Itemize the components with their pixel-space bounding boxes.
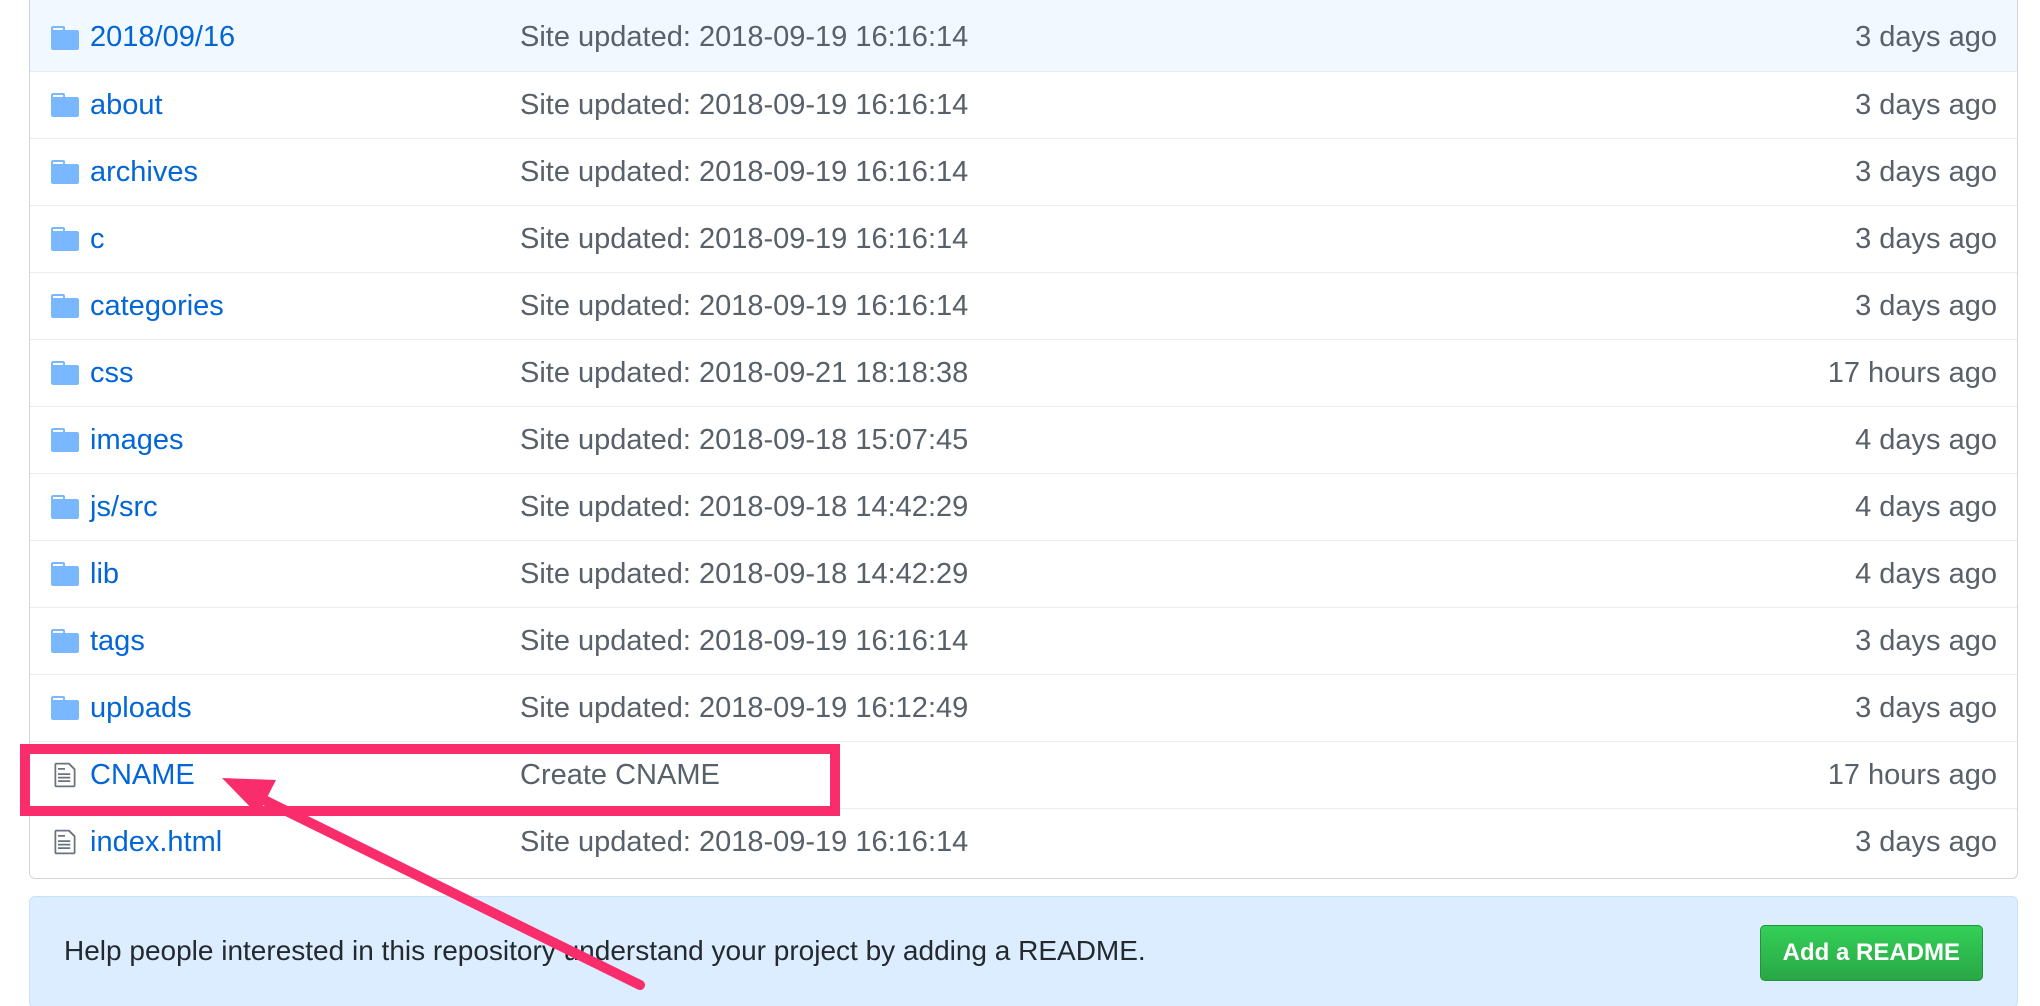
- commit-message-link[interactable]: Site updated: 2018-09-19 16:16:14: [520, 21, 968, 54]
- folder-icon: [50, 492, 80, 522]
- commit-message-link[interactable]: Site updated: 2018-09-18 14:42:29: [520, 491, 968, 524]
- file-row: css Site updated: 2018-09-21 18:18:38 17 h…: [30, 339, 2017, 406]
- file-name-link[interactable]: css: [90, 357, 134, 390]
- file-row: tags Site updated: 2018-09-19 16:16:14 3 d…: [30, 607, 2017, 674]
- file-name-link[interactable]: archives: [90, 156, 198, 189]
- file-row: uploads Site updated: 2018-09-19 16:12:49…: [30, 674, 2017, 741]
- file-name-link[interactable]: js/src: [90, 491, 158, 524]
- file-row: lib Site updated: 2018-09-18 14:42:29 4 da…: [30, 540, 2017, 607]
- commit-age: 3 days ago: [1855, 222, 1997, 255]
- file-row: categories Site updated: 2018-09-19 16:16…: [30, 272, 2017, 339]
- file-name-link[interactable]: images: [90, 424, 184, 457]
- file-name-link[interactable]: c: [90, 223, 105, 256]
- folder-icon: [50, 358, 80, 388]
- file-row: images Site updated: 2018-09-18 15:07:45 4…: [30, 406, 2017, 473]
- folder-icon: [50, 157, 80, 187]
- commit-message-link[interactable]: Site updated: 2018-09-19 16:12:49: [520, 692, 968, 725]
- commit-age: 3 days ago: [1855, 88, 1997, 121]
- commit-age: 3 days ago: [1855, 825, 1997, 858]
- commit-message-link[interactable]: Site updated: 2018-09-19 16:16:14: [520, 156, 968, 189]
- file-row: js/src Site updated: 2018-09-18 14:42:29 4…: [30, 473, 2017, 540]
- file-name-link[interactable]: tags: [90, 625, 145, 658]
- commit-age: 17 hours ago: [1827, 758, 1997, 791]
- commit-message-link[interactable]: Site updated: 2018-09-19 16:16:14: [520, 223, 968, 256]
- file-name-link[interactable]: 2018/09/16: [90, 21, 235, 54]
- file-name-link[interactable]: CNAME: [90, 759, 195, 792]
- folder-icon: [50, 693, 80, 723]
- file-name-link[interactable]: categories: [90, 290, 224, 323]
- commit-age: 4 days ago: [1855, 423, 1997, 456]
- commit-age: 4 days ago: [1855, 490, 1997, 523]
- commit-message-link[interactable]: Site updated: 2018-09-21 18:18:38: [520, 357, 968, 390]
- commit-message-link[interactable]: Site updated: 2018-09-19 16:16:14: [520, 290, 968, 323]
- folder-icon: [50, 425, 80, 455]
- commit-age: 17 hours ago: [1827, 356, 1997, 389]
- file-name-link[interactable]: about: [90, 89, 163, 122]
- readme-prompt-banner: Help people interested in this repositor…: [29, 896, 2018, 1006]
- folder-icon: [50, 90, 80, 120]
- folder-icon: [50, 23, 80, 53]
- file-icon: [50, 760, 80, 790]
- file-row: 2018/09/16 Site updated: 2018-09-19 16:16…: [30, 0, 2017, 71]
- commit-message-link[interactable]: Site updated: 2018-09-19 16:16:14: [520, 89, 968, 122]
- file-name-link[interactable]: lib: [90, 558, 119, 591]
- file-row: c Site updated: 2018-09-19 16:16:14 3 days…: [30, 205, 2017, 272]
- folder-icon: [50, 626, 80, 656]
- file-row: index.html Site updated: 2018-09-19 16:16…: [30, 808, 2017, 875]
- file-row: CNAME Create CNAME 17 hours ago: [30, 741, 2017, 808]
- readme-prompt-text: Help people interested in this repositor…: [64, 935, 1146, 966]
- commit-age: 3 days ago: [1855, 691, 1997, 724]
- commit-age: 3 days ago: [1855, 155, 1997, 188]
- folder-icon: [50, 224, 80, 254]
- add-readme-button[interactable]: Add a README: [1759, 925, 1983, 981]
- commit-age: 3 days ago: [1855, 21, 1997, 53]
- file-icon: [50, 827, 80, 857]
- commit-message-link[interactable]: Create CNAME: [520, 759, 720, 792]
- commit-age: 3 days ago: [1855, 624, 1997, 657]
- file-row: about Site updated: 2018-09-19 16:16:14 3 …: [30, 71, 2017, 138]
- commit-message-link[interactable]: Site updated: 2018-09-19 16:16:14: [520, 625, 968, 658]
- folder-icon: [50, 559, 80, 589]
- repository-page: 2018/09/16 Site updated: 2018-09-19 16:16…: [0, 0, 2040, 1006]
- commit-message-link[interactable]: Site updated: 2018-09-19 16:16:14: [520, 826, 968, 859]
- file-row: archives Site updated: 2018-09-19 16:16:1…: [30, 138, 2017, 205]
- commit-age: 4 days ago: [1855, 557, 1997, 590]
- commit-message-link[interactable]: Site updated: 2018-09-18 14:42:29: [520, 558, 968, 591]
- file-name-link[interactable]: uploads: [90, 692, 192, 725]
- commit-age: 3 days ago: [1855, 289, 1997, 322]
- commit-message-link[interactable]: Site updated: 2018-09-18 15:07:45: [520, 424, 968, 457]
- file-listing-table: 2018/09/16 Site updated: 2018-09-19 16:16…: [29, 0, 2018, 879]
- file-name-link[interactable]: index.html: [90, 826, 222, 859]
- folder-icon: [50, 291, 80, 321]
